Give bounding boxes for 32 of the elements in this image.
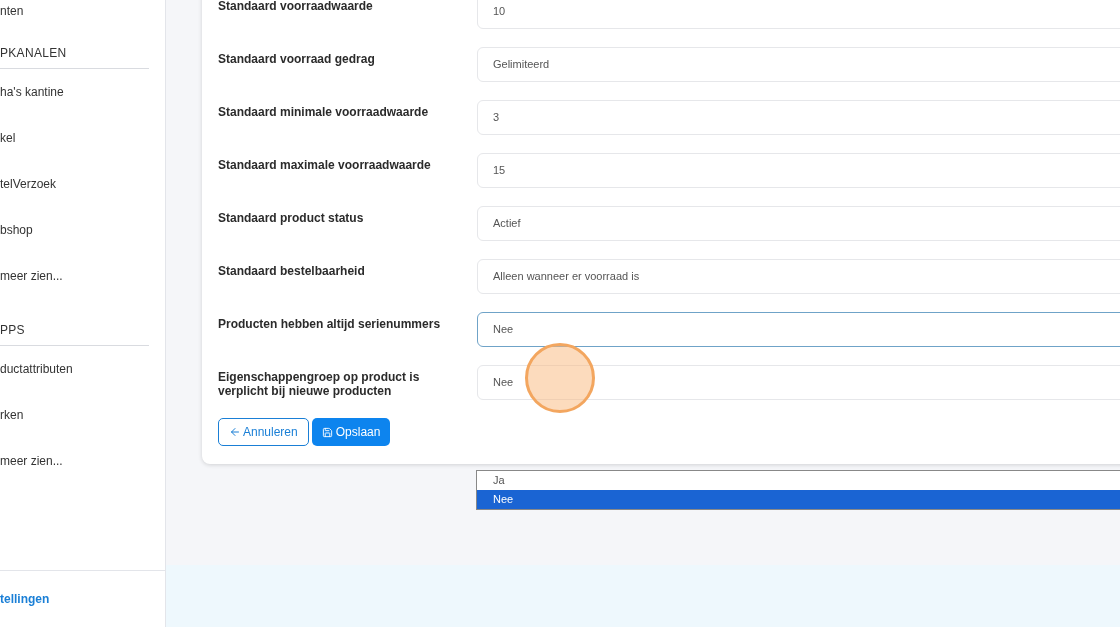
- select-field[interactable]: Actief: [477, 206, 1120, 241]
- select-field[interactable]: Nee: [477, 365, 1120, 400]
- select-field[interactable]: 15: [477, 153, 1120, 188]
- field-label: Standaard bestelbaarheid: [218, 263, 366, 280]
- settings-link[interactable]: tellingen: [0, 590, 50, 608]
- sidebar-item[interactable]: nten: [0, 0, 165, 22]
- cancel-button[interactable]: Annuleren: [218, 418, 309, 446]
- section-heading: PPS: [0, 321, 149, 346]
- sidebar-item[interactable]: telVerzoek: [0, 161, 165, 207]
- sidebar-item[interactable]: ha's kantine: [0, 69, 165, 115]
- field-label: Producten hebben altijd serienummers: [218, 316, 442, 333]
- select-field[interactable]: 3: [477, 100, 1120, 135]
- field-label: Eigenschappengroep op product is verplicht bij nieuwe producten: [218, 369, 421, 400]
- arrow-left-icon: [229, 426, 241, 438]
- field-label: Standaard voorraadwaarde: [218, 0, 374, 15]
- select-field[interactable]: Gelimiteerd: [477, 47, 1120, 82]
- save-button[interactable]: Opslaan: [311, 418, 391, 446]
- field-label: Standaard maximale voorraadwaarde: [218, 157, 432, 174]
- section-heading: PKANALEN: [0, 44, 149, 69]
- sidebar-item[interactable]: bshop: [0, 207, 165, 253]
- sidebar-item[interactable]: meer zien...: [0, 253, 165, 299]
- sidebar-item[interactable]: meer zien...: [0, 438, 165, 484]
- dropdown-option[interactable]: Nee: [477, 490, 1120, 509]
- select-field[interactable]: 10: [477, 0, 1120, 29]
- sidebar-item[interactable]: rken: [0, 392, 165, 438]
- select-field[interactable]: Alleen wanneer er voorraad is: [477, 259, 1120, 294]
- sidebar-item[interactable]: ductattributen: [0, 346, 165, 392]
- sidebar-item[interactable]: kel: [0, 115, 165, 161]
- field-label: Standaard product status: [218, 210, 365, 227]
- field-label: Standaard voorraad gedrag: [218, 51, 376, 68]
- select-field[interactable]: Nee: [477, 312, 1120, 347]
- field-label: Standaard minimale voorraadwaarde: [218, 104, 430, 121]
